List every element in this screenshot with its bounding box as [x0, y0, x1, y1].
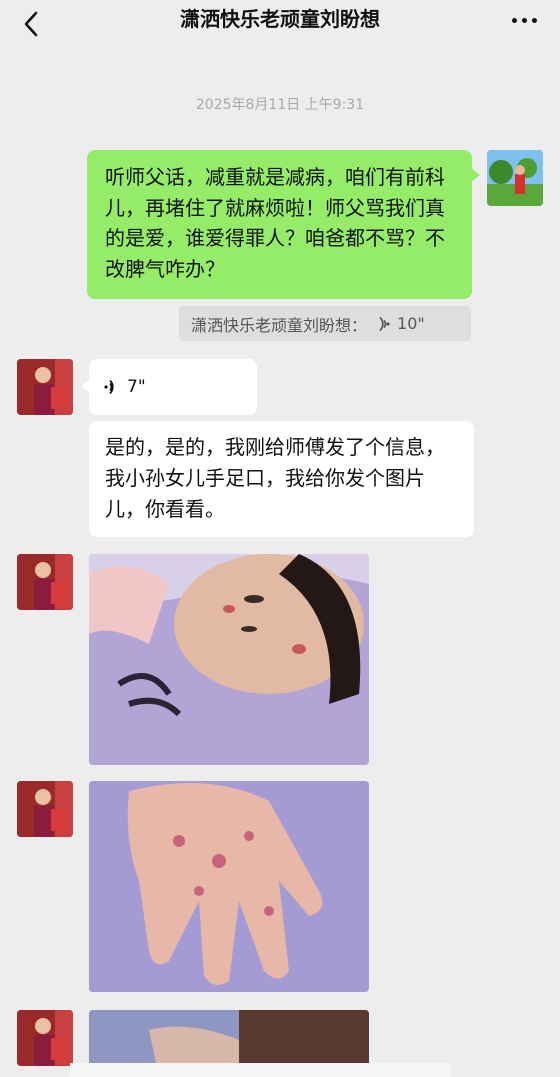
- more-dots-icon[interactable]: [506, 8, 542, 32]
- quote-duration: 10": [397, 314, 425, 333]
- input-bar-edge: [70, 1063, 450, 1077]
- contact-avatar[interactable]: [17, 359, 73, 415]
- quote-sender: 潇洒快乐老顽童刘盼想：: [191, 315, 368, 335]
- outgoing-message-text: 听师父话，减重就是减病，咱们有前科儿，再堵住了就麻烦啦！师父骂我们真的是爱，谁爱…: [105, 165, 445, 281]
- voice-duration: 7": [127, 377, 146, 397]
- voice-wave-icon: [103, 378, 121, 396]
- chat-header: 潇洒快乐老顽童刘盼想: [0, 0, 560, 54]
- message-timestamp: 2025年8月11日 上午9:31: [195, 97, 365, 113]
- contact-avatar[interactable]: [17, 554, 73, 610]
- incoming-voice-bubble[interactable]: 7": [81, 359, 257, 415]
- chevron-left-icon[interactable]: [14, 6, 50, 42]
- voice-wave-icon: [373, 315, 391, 333]
- contact-avatar[interactable]: [17, 1010, 73, 1066]
- photo-message-face[interactable]: [89, 554, 369, 765]
- outgoing-text-bubble[interactable]: 听师父话，减重就是减病，咱们有前科儿，再堵住了就麻烦啦！师父骂我们真的是爱，谁爱…: [87, 150, 480, 299]
- chat-title: 潇洒快乐老顽童刘盼想: [180, 7, 380, 31]
- incoming-text-bubble[interactable]: 是的，是的，我刚给师傅发了个信息，我小孙女儿手足口，我给你发个图片儿，你看看。: [89, 421, 474, 537]
- contact-avatar[interactable]: [17, 781, 73, 837]
- quoted-voice-reference[interactable]: 潇洒快乐老顽童刘盼想： 10": [179, 306, 471, 341]
- self-avatar[interactable]: [487, 150, 543, 206]
- incoming-message-text: 是的，是的，我刚给师傅发了个信息，我小孙女儿手足口，我给你发个图片儿，你看看。: [105, 435, 445, 521]
- photo-message-hand[interactable]: [89, 781, 369, 992]
